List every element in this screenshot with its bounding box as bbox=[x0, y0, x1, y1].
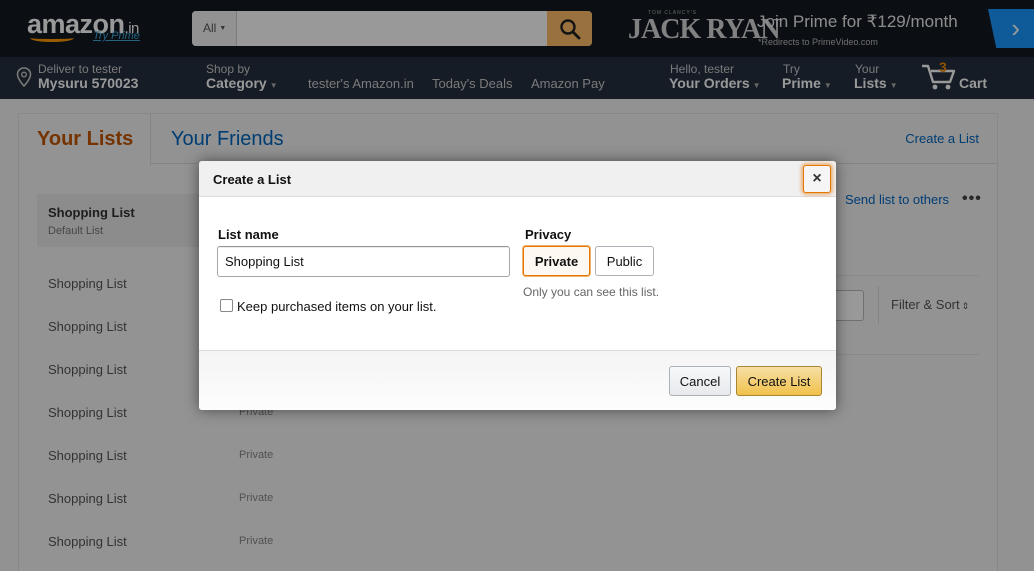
privacy-note: Only you can see this list. bbox=[523, 285, 660, 299]
dialog-header: Create a List × bbox=[199, 161, 836, 197]
cancel-button[interactable]: Cancel bbox=[669, 366, 731, 396]
keep-purchased-label[interactable]: Keep purchased items on your list. bbox=[237, 299, 436, 314]
privacy-label: Privacy bbox=[525, 227, 572, 242]
list-name-input[interactable] bbox=[217, 246, 510, 277]
dialog-footer: Cancel Create List bbox=[199, 350, 836, 410]
privacy-public-button[interactable]: Public bbox=[595, 246, 654, 276]
list-name-label: List name bbox=[218, 227, 279, 242]
create-list-button[interactable]: Create List bbox=[736, 366, 822, 396]
keep-purchased-checkbox[interactable] bbox=[220, 299, 233, 312]
privacy-private-button[interactable]: Private bbox=[523, 246, 590, 276]
dialog-title: Create a List bbox=[213, 172, 292, 187]
close-icon[interactable]: × bbox=[803, 165, 831, 193]
create-list-dialog: Create a List × List name Keep purchased… bbox=[199, 161, 836, 410]
